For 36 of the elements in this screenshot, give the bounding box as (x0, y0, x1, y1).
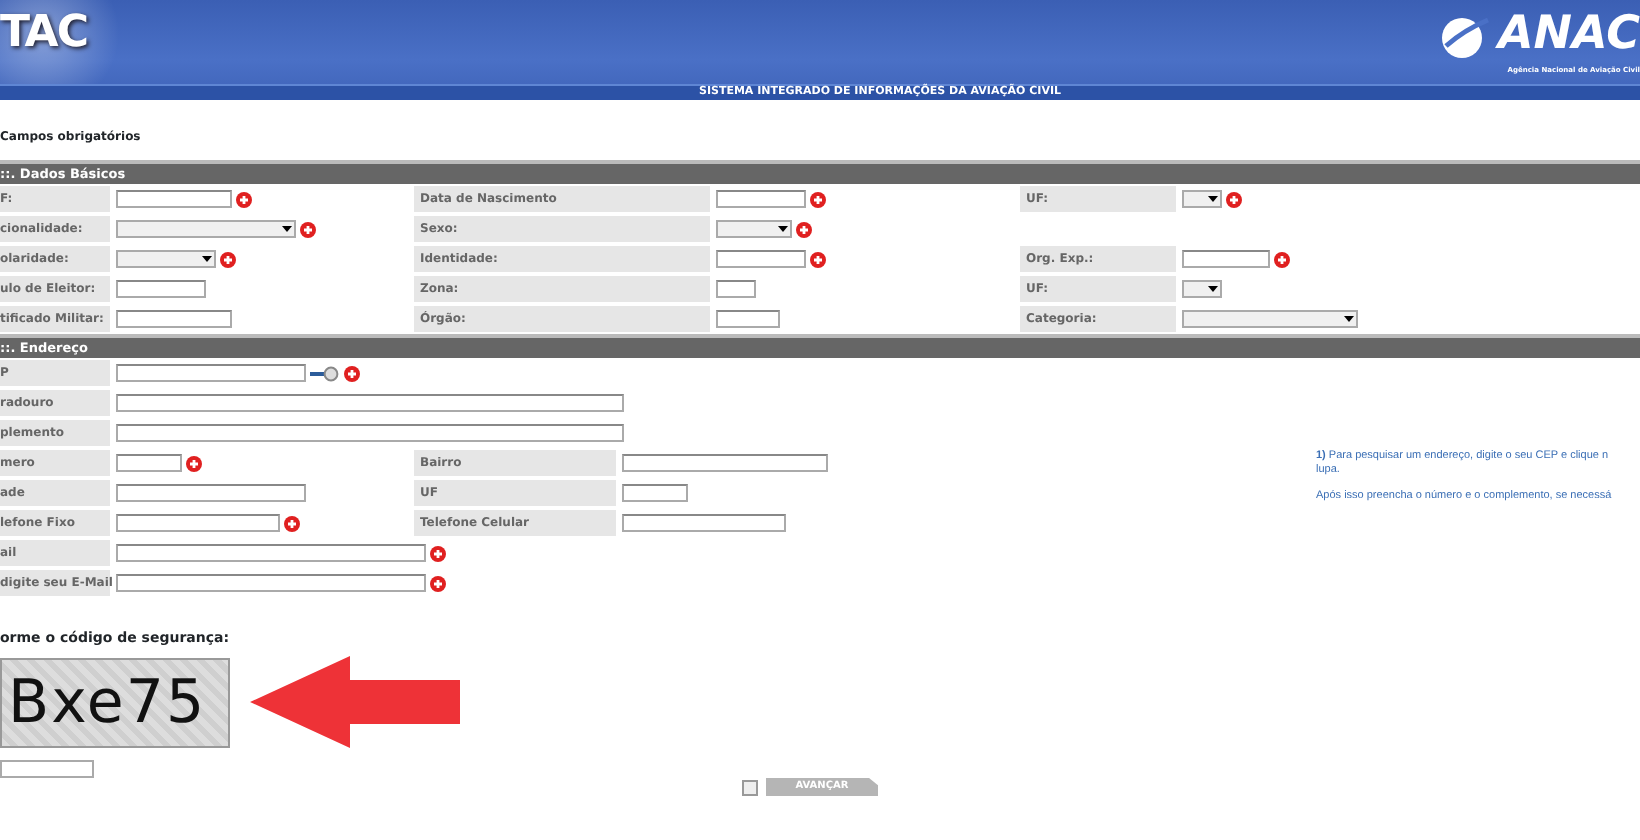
input-field[interactable] (116, 424, 624, 442)
input-field[interactable] (116, 394, 624, 412)
input-field[interactable] (116, 190, 232, 208)
input-field[interactable] (116, 544, 426, 562)
dropdown[interactable] (1182, 190, 1222, 208)
input-field[interactable] (116, 364, 306, 382)
input-field[interactable] (116, 280, 206, 298)
brand-name: ANAC (1497, 12, 1640, 58)
search-icon[interactable] (310, 365, 340, 381)
input-field[interactable] (116, 514, 280, 532)
dropdown[interactable] (716, 220, 792, 238)
captcha-image: Bxe75 (0, 657, 230, 747)
captcha-input[interactable] (0, 760, 94, 778)
plane-globe-icon (1439, 12, 1492, 60)
input-field[interactable] (622, 454, 828, 472)
input-field[interactable] (116, 310, 232, 328)
caret-icon (1208, 196, 1218, 202)
input-field[interactable] (716, 280, 756, 298)
input-field[interactable] (116, 574, 426, 592)
input-field[interactable] (116, 454, 182, 472)
logo-text: TAC (0, 12, 87, 56)
caret-icon (778, 226, 788, 232)
caret-icon (1344, 316, 1354, 322)
input-field[interactable] (116, 484, 306, 502)
caret-icon (202, 256, 212, 262)
input-field[interactable] (1182, 250, 1270, 268)
arrow-icon (250, 656, 460, 748)
input-field[interactable] (716, 310, 780, 328)
input-field[interactable] (716, 190, 806, 208)
caret-icon (282, 226, 292, 232)
input-field[interactable] (622, 484, 688, 502)
input-field[interactable] (716, 250, 806, 268)
caret-icon (1208, 286, 1218, 292)
input-field[interactable] (622, 514, 786, 532)
small-square-icon (742, 779, 758, 795)
dropdown[interactable] (1182, 280, 1222, 298)
